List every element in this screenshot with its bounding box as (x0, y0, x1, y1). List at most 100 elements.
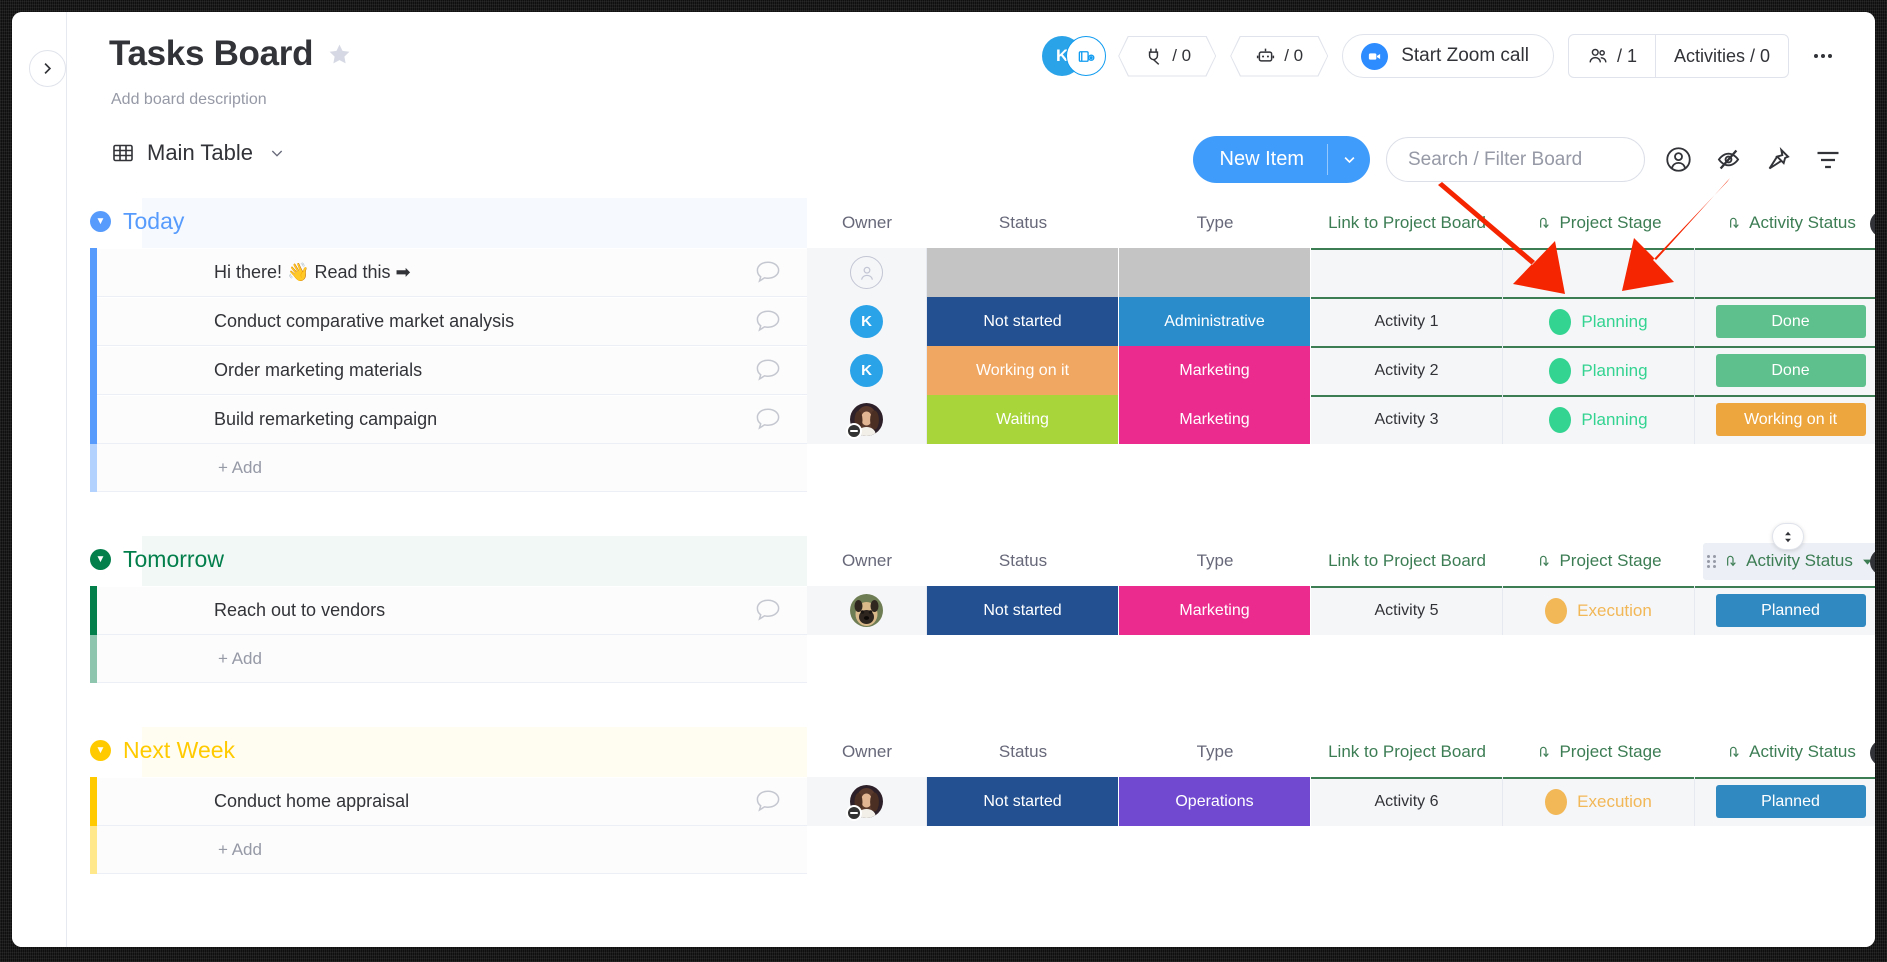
cell-status[interactable]: Working on it (927, 346, 1119, 395)
avatar[interactable] (850, 594, 883, 627)
column-header-type[interactable]: Type (1119, 198, 1311, 248)
search-filter-box[interactable] (1386, 137, 1645, 182)
column-header-owner[interactable]: Owner (807, 727, 927, 777)
column-header-link-to-project-board[interactable]: Link to Project Board (1311, 536, 1503, 586)
cell-status[interactable]: Not started (927, 777, 1119, 826)
activities-button[interactable]: Activities / 0 (1654, 35, 1788, 77)
avatar-empty[interactable] (850, 256, 883, 289)
cell-status[interactable]: Not started (927, 586, 1119, 635)
column-resize-handle[interactable] (1772, 523, 1804, 550)
column-header-type[interactable]: Type (1119, 727, 1311, 777)
cell-link-to-project-board[interactable]: Activity 2 (1311, 346, 1503, 395)
avatar[interactable] (846, 785, 883, 821)
board-members-button[interactable]: / 1 (1569, 35, 1655, 77)
comment-bubble-icon[interactable] (755, 789, 781, 813)
cell-type[interactable]: Marketing (1119, 586, 1311, 635)
column-header-status[interactable]: Status (927, 727, 1119, 777)
cell-type[interactable]: Marketing (1119, 395, 1311, 444)
cell-type[interactable] (1119, 248, 1311, 297)
board-more-options-button[interactable] (1803, 36, 1843, 76)
tab-main-table[interactable]: Main Table (111, 140, 285, 166)
column-header-activity-status[interactable]: Activity Status (1695, 727, 1875, 777)
comment-bubble-icon[interactable] (755, 309, 781, 333)
cell-activity-status[interactable]: Done (1695, 346, 1875, 395)
page-title[interactable]: Tasks Board (109, 34, 314, 74)
cell-link-to-project-board[interactable] (1311, 248, 1503, 297)
cell-status[interactable] (927, 248, 1119, 297)
table-row[interactable]: Order marketing materials K Working on it… (68, 346, 1875, 395)
cell-owner[interactable] (807, 777, 927, 826)
cell-owner[interactable]: K (807, 346, 927, 395)
group-title[interactable]: ▼ Today (90, 208, 184, 235)
watch-board-icon[interactable] (1066, 36, 1107, 76)
collapse-group-icon[interactable]: ▼ (90, 740, 111, 761)
comment-bubble-icon[interactable] (755, 358, 781, 382)
cell-activity-status[interactable]: Done (1695, 297, 1875, 346)
cell-type[interactable]: Administrative (1119, 297, 1311, 346)
table-row[interactable]: Build remarketing campaign Waiting Market… (68, 395, 1875, 444)
column-header-status[interactable]: Status (927, 536, 1119, 586)
column-header-activity-status[interactable]: Activity Status (1695, 198, 1875, 248)
collapse-group-icon[interactable]: ▼ (90, 549, 111, 570)
cell-link-to-project-board[interactable]: Activity 5 (1311, 586, 1503, 635)
new-item-button[interactable]: New Item (1192, 136, 1370, 183)
row-name-cell[interactable]: Hi there! 👋 Read this ➡ (97, 248, 807, 297)
board-description[interactable]: Add board description (111, 91, 267, 109)
chevron-down-icon[interactable] (269, 145, 285, 161)
add-item-row[interactable]: + Add (68, 826, 1875, 874)
automations-button[interactable]: / 0 (1230, 36, 1328, 77)
column-header-project-stage[interactable]: Project Stage (1503, 198, 1695, 248)
table-row[interactable]: Conduct home appraisal Not started Operat… (68, 777, 1875, 826)
favorite-star-icon[interactable] (327, 42, 352, 67)
person-filter-button[interactable] (1661, 143, 1695, 177)
cell-link-to-project-board[interactable]: Activity 6 (1311, 777, 1503, 826)
column-header-status[interactable]: Status (927, 198, 1119, 248)
filter-button[interactable] (1811, 143, 1845, 177)
start-zoom-call-button[interactable]: Start Zoom call (1342, 34, 1554, 78)
row-name-cell[interactable]: Build remarketing campaign (97, 395, 807, 444)
row-name-cell[interactable]: Reach out to vendors (97, 586, 807, 635)
row-name-cell[interactable]: Order marketing materials (97, 346, 807, 395)
cell-project-stage[interactable]: Planning (1503, 346, 1695, 395)
drag-handle-icon[interactable] (1707, 554, 1717, 568)
column-header-link-to-project-board[interactable]: Link to Project Board (1311, 198, 1503, 248)
add-item-row[interactable]: + Add (68, 635, 1875, 683)
cell-link-to-project-board[interactable]: Activity 3 (1311, 395, 1503, 444)
column-header-owner[interactable]: Owner (807, 198, 927, 248)
avatar[interactable] (846, 403, 883, 439)
cell-activity-status[interactable] (1695, 248, 1875, 297)
cell-status[interactable]: Not started (927, 297, 1119, 346)
cell-owner[interactable]: K (807, 297, 927, 346)
column-header-owner[interactable]: Owner (807, 536, 927, 586)
cell-owner[interactable] (807, 395, 927, 444)
cell-project-stage[interactable]: Execution (1503, 586, 1695, 635)
cell-project-stage[interactable]: Execution (1503, 777, 1695, 826)
cell-type[interactable]: Operations (1119, 777, 1311, 826)
row-name-cell[interactable]: Conduct comparative market analysis (97, 297, 807, 346)
new-item-dropdown[interactable] (1328, 136, 1370, 183)
comment-bubble-icon[interactable] (755, 260, 781, 284)
comment-bubble-icon[interactable] (755, 407, 781, 431)
group-title[interactable]: ▼ Tomorrow (90, 546, 224, 573)
cell-project-stage[interactable] (1503, 248, 1695, 297)
table-row[interactable]: Reach out to vendors Not startedMarketi (68, 586, 1875, 635)
column-header-type[interactable]: Type (1119, 536, 1311, 586)
cell-activity-status[interactable]: Working on it (1695, 395, 1875, 444)
expand-sidebar-button[interactable] (29, 50, 66, 87)
cell-activity-status[interactable]: Planned (1695, 777, 1875, 826)
collapse-group-icon[interactable]: ▼ (90, 211, 111, 232)
row-name-cell[interactable]: Conduct home appraisal (97, 777, 807, 826)
column-header-project-stage[interactable]: Project Stage (1503, 536, 1695, 586)
column-header-link-to-project-board[interactable]: Link to Project Board (1311, 727, 1503, 777)
search-input[interactable] (1408, 148, 1623, 171)
avatar[interactable]: K (850, 305, 883, 338)
hide-columns-button[interactable] (1711, 143, 1745, 177)
pin-button[interactable] (1761, 143, 1795, 177)
cell-activity-status[interactable]: Planned (1695, 586, 1875, 635)
cell-link-to-project-board[interactable]: Activity 1 (1311, 297, 1503, 346)
cell-owner[interactable] (807, 248, 927, 297)
cell-status[interactable]: Waiting (927, 395, 1119, 444)
integrations-button[interactable]: / 0 (1118, 36, 1216, 77)
group-title[interactable]: ▼ Next Week (90, 737, 235, 764)
table-row[interactable]: Conduct comparative market analysis K Not… (68, 297, 1875, 346)
